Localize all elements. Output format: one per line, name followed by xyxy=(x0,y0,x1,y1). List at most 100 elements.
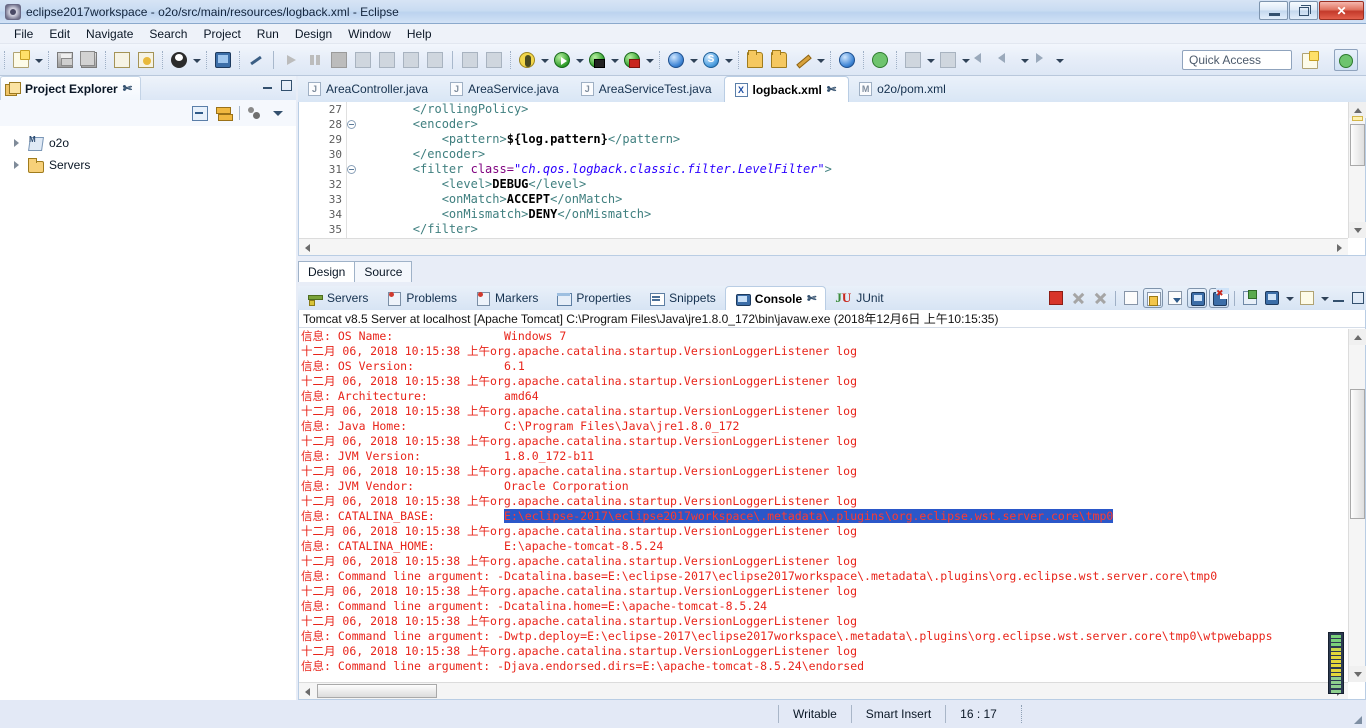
selected-console-text[interactable]: E:\eclipse-2017\eclipse2017workspace\.me… xyxy=(504,509,1114,523)
menu-search[interactable]: Search xyxy=(141,25,195,43)
restore-button[interactable] xyxy=(1289,1,1318,20)
tab-problems[interactable]: Problems xyxy=(377,286,466,310)
close-icon[interactable]: ✄ xyxy=(827,83,836,96)
console-vertical-scrollbar[interactable] xyxy=(1348,329,1366,682)
tab-properties[interactable]: Properties xyxy=(547,286,640,310)
tree-item-o2o[interactable]: o2o xyxy=(0,132,296,154)
refresh-resource-icon[interactable] xyxy=(135,49,157,71)
close-icon[interactable]: ✄ xyxy=(807,292,816,305)
console-body[interactable]: Tomcat v8.5 Server at localhost [Apache … xyxy=(298,310,1366,700)
forward-icon[interactable] xyxy=(1031,49,1053,71)
scroll-right-arrow-icon[interactable] xyxy=(1332,239,1348,256)
debug-icon[interactable] xyxy=(516,49,538,71)
profile-icon[interactable] xyxy=(621,49,643,71)
close-button[interactable]: ✕ xyxy=(1319,1,1364,20)
show-console-on-output-button[interactable] xyxy=(1187,288,1207,308)
view-menu-arrow-icon[interactable] xyxy=(270,104,288,122)
profile-dropdown-arrow[interactable] xyxy=(644,49,655,71)
tab-snippets[interactable]: Snippets xyxy=(640,286,725,310)
display-console-dropdown-arrow[interactable] xyxy=(1284,287,1295,309)
debug-dropdown-arrow[interactable] xyxy=(539,49,550,71)
web-perspective-icon[interactable] xyxy=(836,49,858,71)
console-horizontal-scrollbar[interactable] xyxy=(299,682,1348,699)
back-icon[interactable] xyxy=(996,49,1018,71)
menu-window[interactable]: Window xyxy=(340,25,399,43)
open-type-icon[interactable] xyxy=(744,49,766,71)
editor-vertical-scrollbar[interactable] xyxy=(1348,102,1366,238)
scroll-up-arrow-icon[interactable] xyxy=(1349,329,1366,345)
scrollbar-thumb[interactable] xyxy=(317,684,437,698)
menu-design[interactable]: Design xyxy=(287,25,340,43)
new-dropdown-arrow[interactable] xyxy=(33,49,44,71)
quick-access-input[interactable]: Quick Access xyxy=(1182,50,1292,70)
back-dropdown-arrow[interactable] xyxy=(1019,49,1030,71)
menu-edit[interactable]: Edit xyxy=(41,25,78,43)
tab-servers[interactable]: Servers xyxy=(298,286,377,310)
clear-console-button[interactable] xyxy=(1121,288,1141,308)
run-as-dropdown-arrow[interactable] xyxy=(609,49,620,71)
heap-status-indicator[interactable] xyxy=(1328,632,1344,694)
editor-horizontal-scrollbar[interactable] xyxy=(299,238,1348,255)
pin-console-button[interactable] xyxy=(1240,288,1260,308)
code-text[interactable]: </rollingPolicy> <encoder> <pattern>${lo… xyxy=(355,102,1347,255)
open-console-icon[interactable] xyxy=(212,49,234,71)
menu-navigate[interactable]: Navigate xyxy=(78,25,141,43)
remove-launch-button[interactable] xyxy=(1068,288,1088,308)
new-wizard-icon[interactable] xyxy=(10,49,32,71)
drop-to-frame-icon[interactable] xyxy=(483,49,505,71)
menu-run[interactable]: Run xyxy=(249,25,287,43)
spring-icon[interactable] xyxy=(700,49,722,71)
show-console-on-error-button[interactable] xyxy=(1209,288,1229,308)
scroll-left-arrow-icon[interactable] xyxy=(299,683,315,700)
open-console-button[interactable] xyxy=(1297,288,1317,308)
minimize-icon[interactable] xyxy=(262,80,273,91)
menu-project[interactable]: Project xyxy=(195,25,248,43)
toggle-breakpoint-icon[interactable] xyxy=(245,49,267,71)
user-dropdown-arrow[interactable] xyxy=(191,49,202,71)
scrollbar-thumb[interactable] xyxy=(1350,124,1365,166)
display-selected-console-button[interactable] xyxy=(1262,288,1282,308)
scroll-down-arrow-icon[interactable] xyxy=(1349,222,1366,238)
next-dropdown-arrow[interactable] xyxy=(960,49,971,71)
code-editor[interactable]: 27 28 29 30 31 32 33 34 35 </rollingPolicy> <enc… xyxy=(298,102,1366,256)
tab-design[interactable]: Design xyxy=(298,261,356,282)
tree-item-servers[interactable]: Servers xyxy=(0,154,296,176)
remove-all-launches-button[interactable] xyxy=(1090,288,1110,308)
minimize-button[interactable] xyxy=(1259,1,1288,20)
word-wrap-button[interactable] xyxy=(1165,288,1185,308)
tab-project-explorer[interactable]: Project Explorer ✄ xyxy=(0,76,141,100)
forward-dropdown-arrow[interactable] xyxy=(1054,49,1065,71)
new-perspective-icon[interactable] xyxy=(1298,49,1322,71)
run-icon[interactable] xyxy=(551,49,573,71)
tab-areaservicetest-java[interactable]: J AreaServiceTest.java xyxy=(571,76,724,102)
tab-logback-xml[interactable]: X logback.xml ✄ xyxy=(723,76,850,102)
window-resize-grip[interactable] xyxy=(1352,714,1364,726)
run-dropdown-arrow[interactable] xyxy=(574,49,585,71)
back-history-icon[interactable] xyxy=(972,49,994,71)
tab-o2o-pom-xml[interactable]: M o2o/pom.xml xyxy=(849,76,958,102)
link-with-editor-icon[interactable] xyxy=(215,104,233,122)
scroll-lock-button[interactable] xyxy=(1143,288,1163,308)
user-icon[interactable] xyxy=(168,49,190,71)
open-web-browser-icon[interactable] xyxy=(665,49,687,71)
run-server-icon[interactable] xyxy=(869,49,891,71)
java-ee-perspective-icon[interactable] xyxy=(1334,49,1358,71)
run-as-server-icon[interactable] xyxy=(586,49,608,71)
maximize-icon[interactable] xyxy=(281,80,292,91)
maximize-icon[interactable] xyxy=(1352,292,1364,304)
print-icon[interactable] xyxy=(111,49,133,71)
tab-areaservice-java[interactable]: J AreaService.java xyxy=(440,76,571,102)
scrollbar-thumb[interactable] xyxy=(1350,389,1365,519)
minimize-icon[interactable] xyxy=(1332,291,1346,305)
expand-arrow-icon[interactable] xyxy=(12,160,22,170)
skip-breakpoints-icon[interactable] xyxy=(459,49,481,71)
scroll-left-arrow-icon[interactable] xyxy=(299,239,315,256)
overview-ruler-marker[interactable] xyxy=(1352,116,1363,121)
tab-source[interactable]: Source xyxy=(354,261,413,282)
tab-console[interactable]: Console ✄ xyxy=(724,286,827,310)
close-icon[interactable]: ✄ xyxy=(123,82,132,95)
menu-help[interactable]: Help xyxy=(399,25,440,43)
console-log-output[interactable]: 信息: OS Name: Windows 7 十二月 06, 2018 10:15… xyxy=(301,329,1348,682)
tab-markers[interactable]: Markers xyxy=(466,286,547,310)
expand-arrow-icon[interactable] xyxy=(12,138,22,148)
